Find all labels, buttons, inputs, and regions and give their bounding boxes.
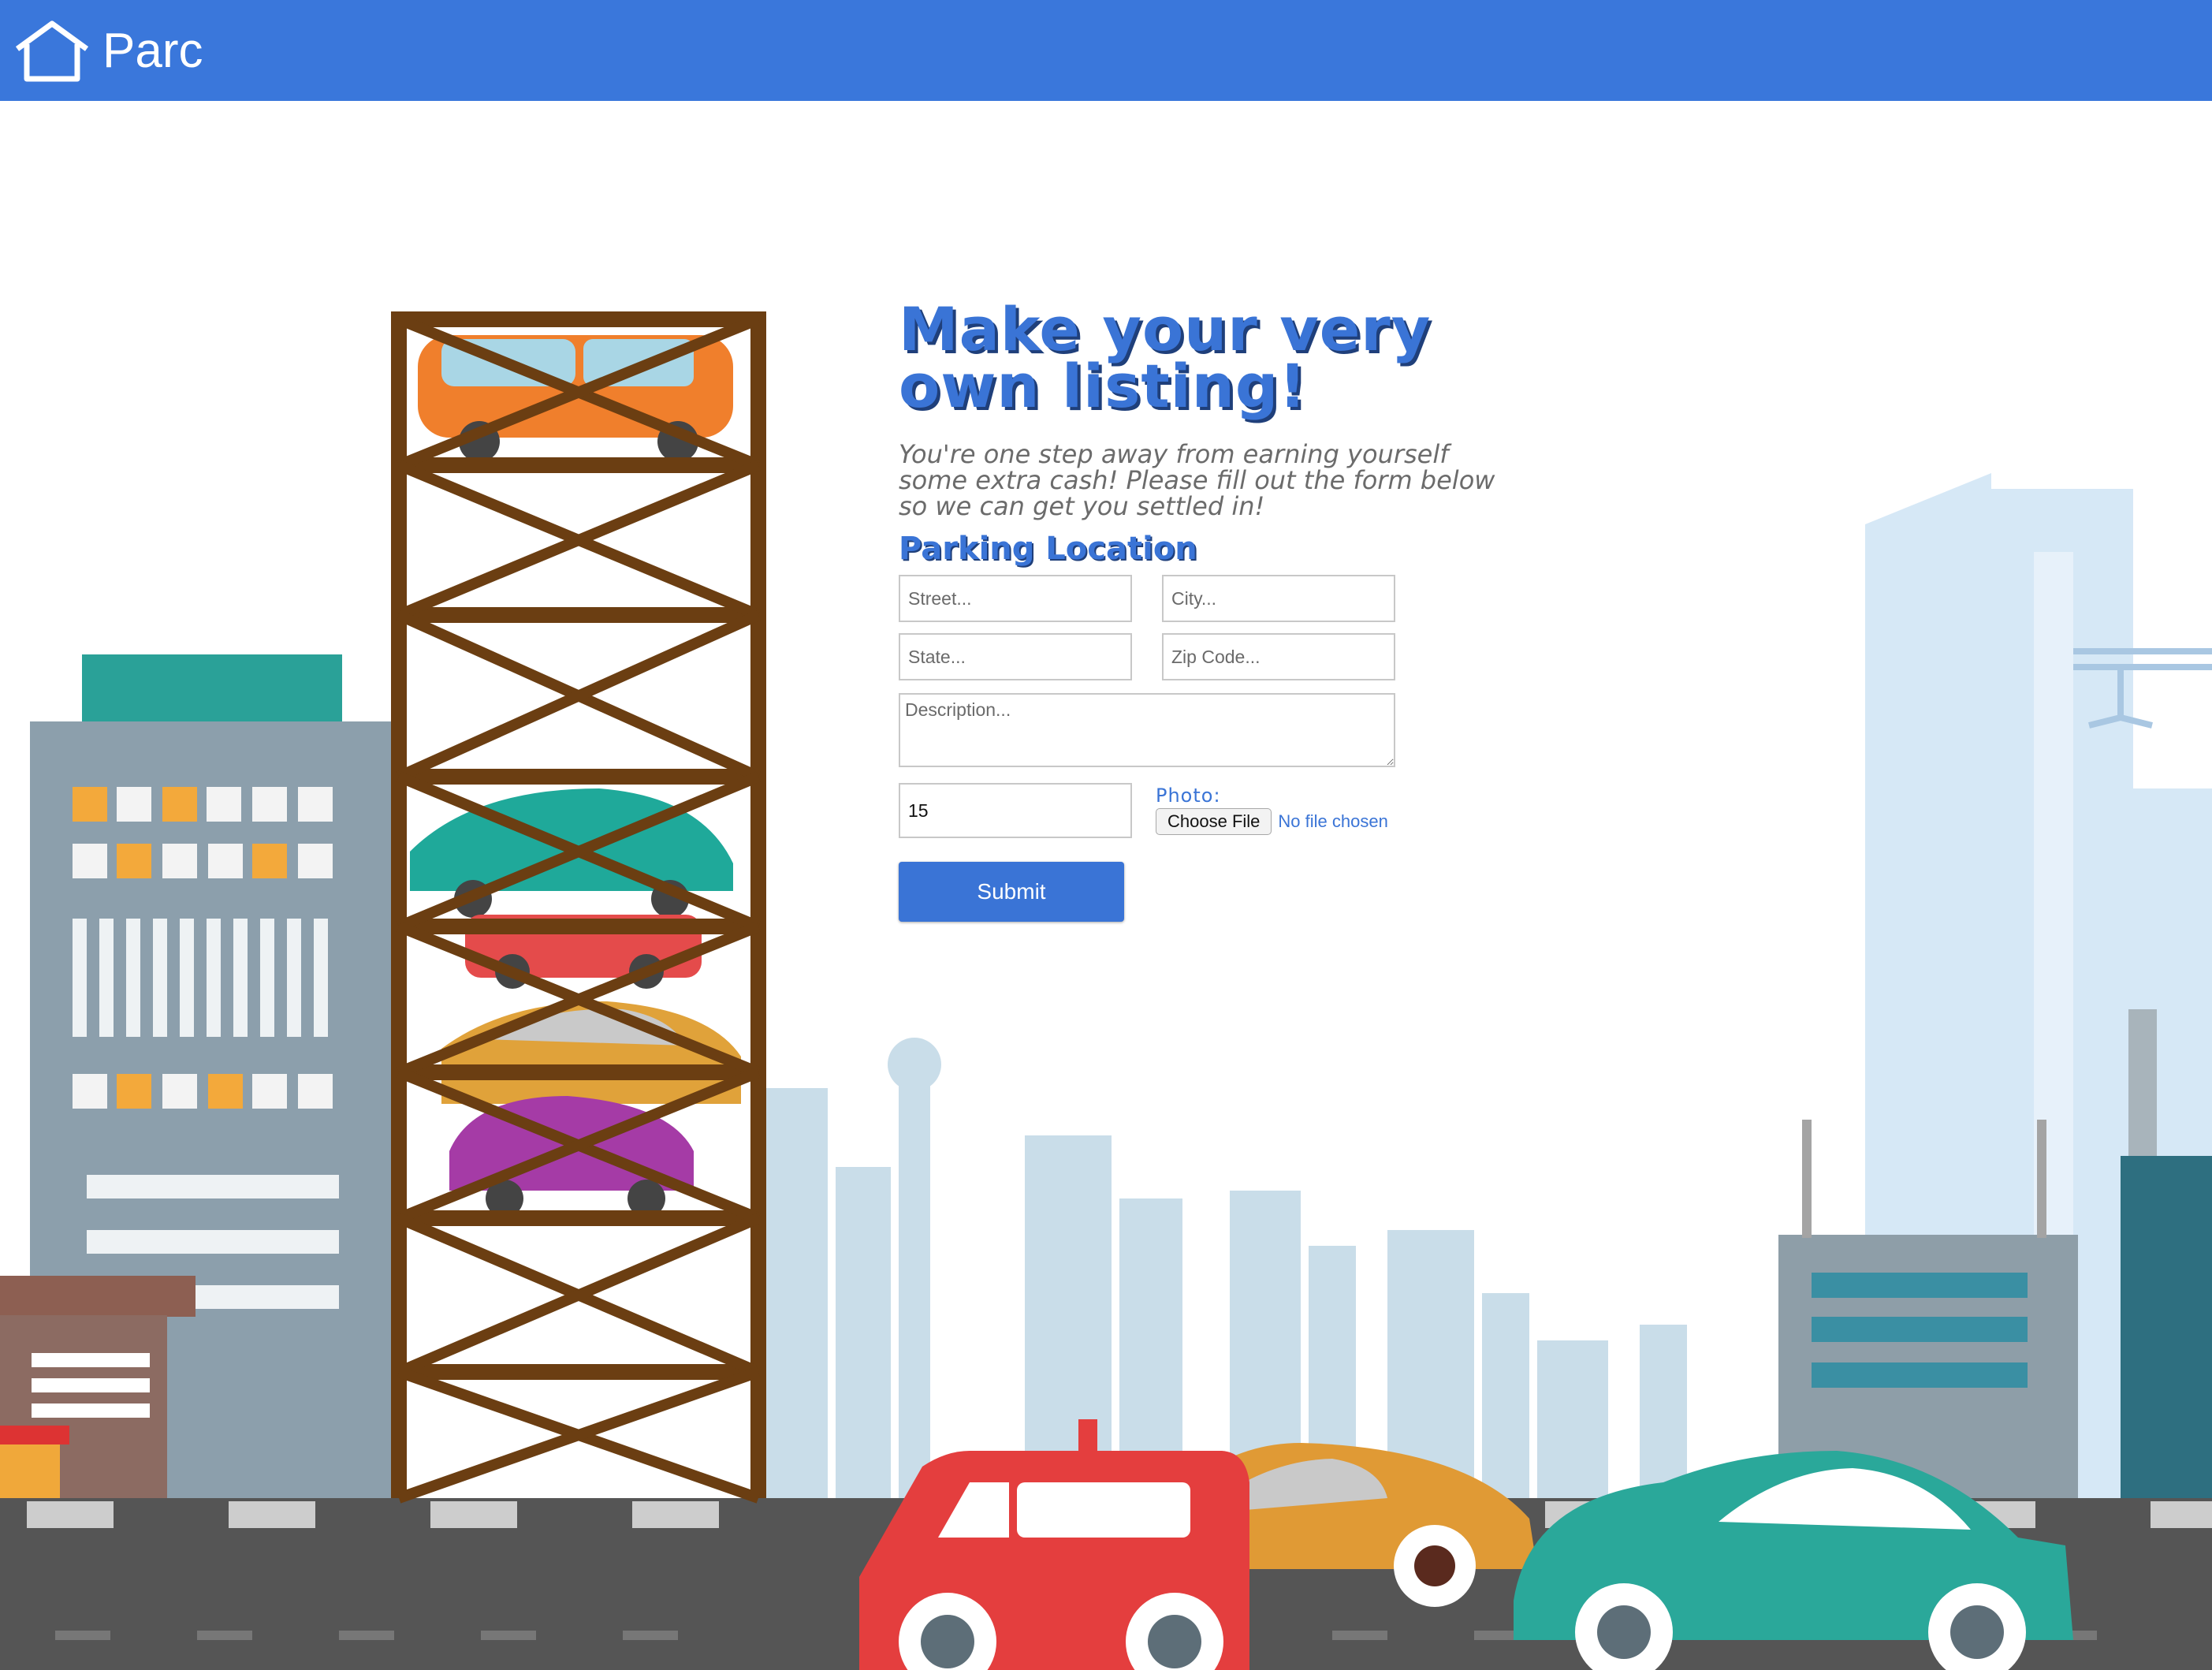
price-input[interactable]: [899, 783, 1132, 838]
address-row-1: [899, 575, 1514, 622]
zip-code-input[interactable]: [1162, 633, 1395, 680]
price-photo-row: Photo: Choose File No file chosen: [899, 783, 1514, 838]
description-textarea[interactable]: [899, 693, 1395, 767]
brand-name[interactable]: Parc: [102, 27, 203, 76]
house-outline-icon[interactable]: [13, 21, 91, 84]
photo-upload: Photo: Choose File No file chosen: [1156, 785, 1388, 835]
submit-button[interactable]: Submit: [899, 862, 1124, 922]
photo-label: Photo:: [1156, 785, 1221, 807]
state-input[interactable]: [899, 633, 1132, 680]
section-title-parking-location: Parking Location: [899, 531, 1197, 567]
address-row-2: [899, 633, 1514, 680]
listing-form: Make your very own listing! You're one s…: [899, 294, 1514, 922]
street-input[interactable]: [899, 575, 1132, 622]
intro-text: You're one step away from earning yourse…: [899, 439, 1495, 521]
file-picker: Choose File No file chosen: [1156, 808, 1388, 835]
city-input[interactable]: [1162, 575, 1395, 622]
top-navbar: Parc: [0, 0, 2212, 101]
file-status-text: No file chosen: [1278, 811, 1388, 831]
page-heading: Make your very own listing!: [899, 294, 1432, 421]
choose-file-button[interactable]: Choose File: [1156, 808, 1272, 835]
